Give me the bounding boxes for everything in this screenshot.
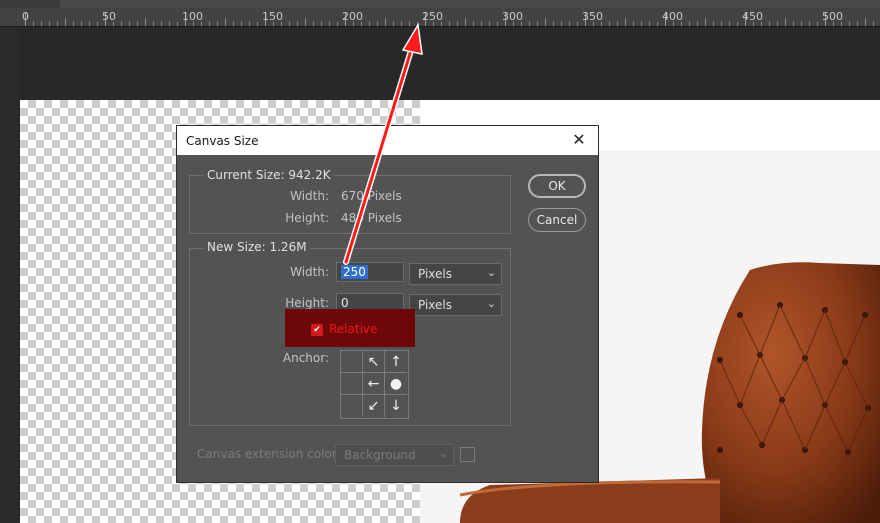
- anchor-cell-middle-left[interactable]: [341, 373, 363, 395]
- close-icon[interactable]: ✕: [568, 129, 590, 151]
- ruler-tick-label: 500: [822, 10, 843, 23]
- ruler-tick-label: 0: [22, 10, 29, 23]
- arrow-down-icon[interactable]: ↓: [385, 395, 407, 417]
- anchor-cell-top-left[interactable]: [341, 351, 363, 373]
- new-height-value: 0: [341, 296, 349, 310]
- current-width-label: Width:: [290, 189, 329, 203]
- cancel-button[interactable]: Cancel: [528, 208, 586, 232]
- current-height-value: 480 Pixels: [341, 211, 402, 225]
- dialog-titlebar[interactable]: Canvas Size ✕: [177, 126, 598, 155]
- canvas-size-dialog: Canvas Size ✕ Current Size: 942.2K Width…: [176, 125, 599, 483]
- extension-color-value: Background: [344, 448, 416, 462]
- new-width-input[interactable]: 250: [336, 262, 404, 282]
- width-unit-select[interactable]: Pixels ⌄: [409, 263, 502, 285]
- ruler-tick-label: 150: [262, 10, 283, 23]
- new-height-label: Height:: [285, 296, 329, 310]
- horizontal-scrollbar[interactable]: [60, 0, 880, 8]
- new-size-label: New Size: 1.26M: [204, 240, 310, 254]
- arrow-left-icon[interactable]: ←: [363, 373, 385, 395]
- ruler-tick-label: 300: [502, 10, 523, 23]
- top-scroll-strip: [0, 0, 880, 8]
- current-height-label: Height:: [285, 211, 329, 225]
- new-width-value: 250: [341, 265, 368, 279]
- current-size-label: Current Size: 942.2K: [204, 168, 334, 182]
- ruler-tick-label: 350: [582, 10, 603, 23]
- anchor-label: Anchor:: [282, 351, 329, 365]
- chevron-down-icon: ⌄: [486, 297, 496, 310]
- relative-label[interactable]: Relative: [329, 322, 377, 336]
- dialog-title: Canvas Size: [186, 134, 259, 148]
- ruler-tick-label: 250: [422, 10, 443, 23]
- extension-color-select: Background ⌄: [335, 444, 454, 466]
- relative-highlight: ✔ Relative: [285, 309, 415, 347]
- anchor-center-dot-icon[interactable]: ●: [385, 373, 407, 395]
- arrow-up-icon[interactable]: ↑: [385, 351, 407, 373]
- ruler-tick-label: 50: [102, 10, 116, 23]
- new-width-label: Width:: [290, 265, 329, 279]
- width-unit-value: Pixels: [418, 267, 453, 281]
- current-size-group: [189, 175, 511, 234]
- height-unit-select[interactable]: Pixels ⌄: [409, 294, 502, 316]
- chevron-down-icon: ⌄: [438, 447, 448, 460]
- relative-checkbox[interactable]: ✔: [311, 324, 323, 336]
- chevron-down-icon: ⌄: [486, 266, 496, 279]
- anchor-grid[interactable]: ↖ ↑ ← ● ↙ ↓: [340, 350, 409, 419]
- horizontal-ruler: 0 50 100 150 200 250 300 350 400 450 500: [0, 8, 880, 27]
- anchor-cell-bottom-left[interactable]: [341, 395, 363, 417]
- ruler-tick-label: 100: [182, 10, 203, 23]
- current-width-value: 670 Pixels: [341, 189, 402, 203]
- extension-color-label: Canvas extension color:: [197, 447, 341, 461]
- ok-button[interactable]: OK: [528, 174, 586, 198]
- height-unit-value: Pixels: [418, 298, 453, 312]
- arrow-down-left-icon[interactable]: ↙: [363, 395, 385, 417]
- arrow-up-left-icon[interactable]: ↖: [363, 351, 385, 373]
- vertical-ruler: [0, 27, 20, 523]
- extension-color-swatch: [460, 447, 475, 462]
- ruler-tick-label: 200: [342, 10, 363, 23]
- ruler-tick-label: 450: [742, 10, 763, 23]
- ruler-tick-label: 400: [662, 10, 683, 23]
